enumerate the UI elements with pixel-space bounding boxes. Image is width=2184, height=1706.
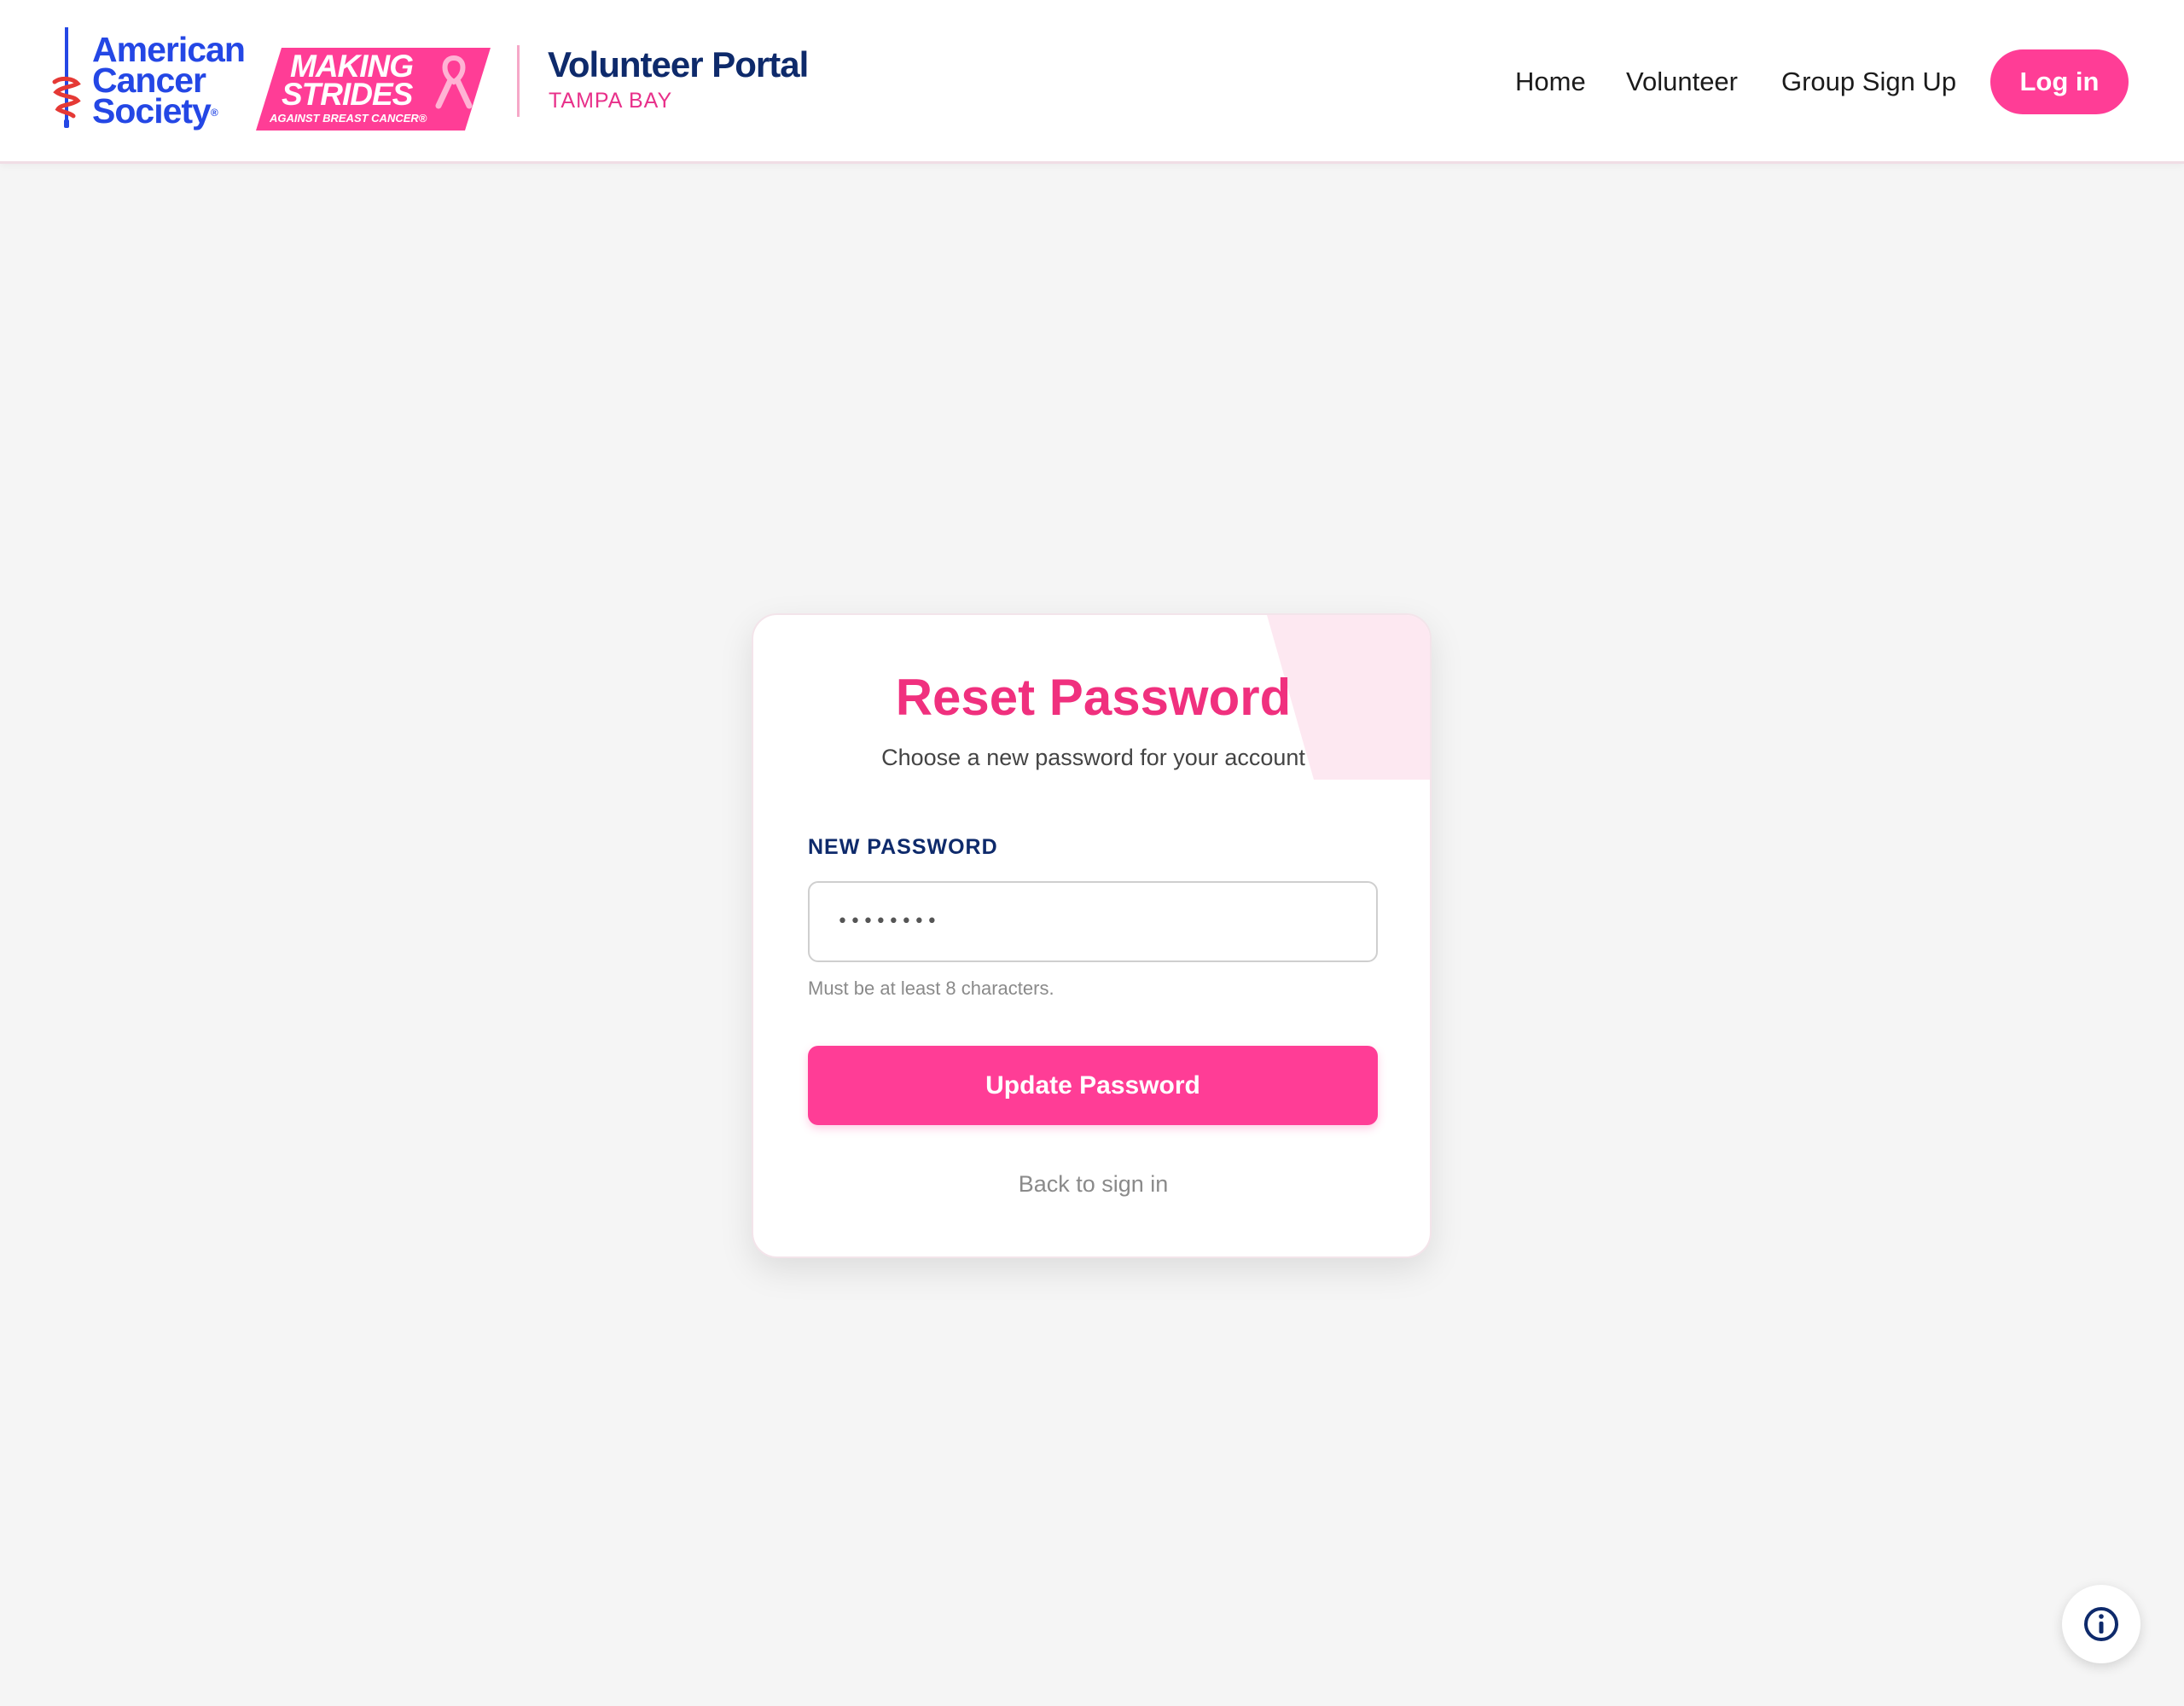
site-header: American Cancer Society® MAKING STRIDES … — [0, 0, 2184, 164]
header-divider — [517, 45, 520, 117]
nav-link-home[interactable]: Home — [1515, 65, 1586, 99]
nav-link-group-sign-up[interactable]: Group Sign Up — [1781, 65, 1956, 99]
info-button[interactable] — [2062, 1585, 2140, 1663]
portal-subtitle: TAMPA BAY — [549, 89, 673, 113]
nav-link-volunteer[interactable]: Volunteer — [1626, 65, 1738, 99]
american-cancer-society-logo[interactable]: American Cancer Society® — [49, 24, 263, 143]
strides-line-tagline: AGAINST BREAST CANCER® — [270, 112, 427, 125]
password-helper-text: Must be at least 8 characters. — [808, 978, 1054, 999]
portal-title: Volunteer Portal — [548, 44, 809, 84]
strides-line-strides: STRIDES — [282, 77, 413, 112]
new-password-label: NEW PASSWORD — [808, 835, 998, 859]
making-strides-logo[interactable]: MAKING STRIDES AGAINST BREAST CANCER® — [256, 48, 491, 131]
reset-password-card: Reset Password Choose a new password for… — [752, 613, 1432, 1258]
page-title: Reset Password — [895, 669, 1292, 726]
sword-icon — [52, 27, 81, 128]
new-password-input[interactable] — [808, 881, 1378, 962]
acs-wordmark: American Cancer Society® — [92, 32, 246, 129]
pink-ribbon-icon — [435, 55, 473, 109]
acs-wordmark-line3: Society® — [92, 94, 245, 129]
info-icon — [2084, 1607, 2118, 1641]
page-subtitle: Choose a new password for your account — [881, 745, 1305, 770]
acs-wordmark-society: Society — [92, 91, 212, 131]
back-to-sign-in-link[interactable]: Back to sign in — [753, 1169, 1430, 1198]
login-button[interactable]: Log in — [1990, 49, 2129, 114]
update-password-button[interactable]: Update Password — [808, 1046, 1378, 1125]
registered-mark: ® — [210, 107, 218, 119]
